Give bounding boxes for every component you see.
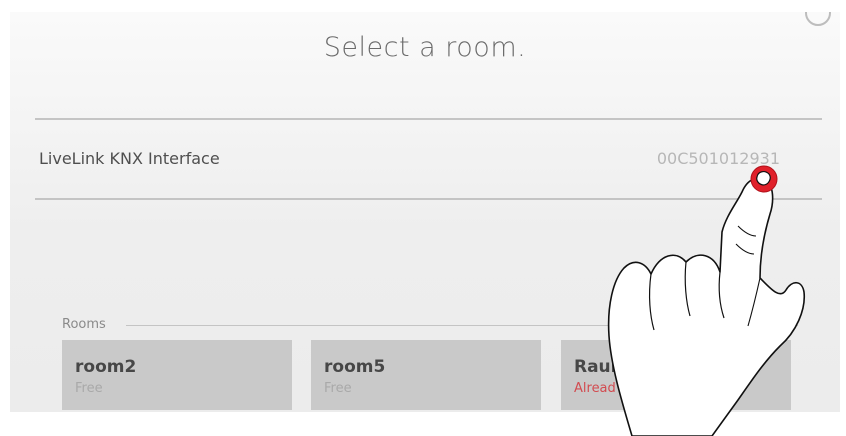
device-id: 00C501012931 bbox=[656, 149, 780, 168]
room-name: Raum bbox=[574, 357, 629, 377]
room-status: Free bbox=[75, 381, 103, 396]
page-title: Select a room. bbox=[323, 32, 527, 63]
room-name: room2 bbox=[75, 357, 137, 377]
room-card[interactable]: room5 Free bbox=[311, 340, 541, 410]
room-status: Free bbox=[324, 381, 352, 396]
rooms-divider bbox=[126, 325, 798, 326]
room-card[interactable]: room2 Free bbox=[62, 340, 292, 410]
settings-icon[interactable] bbox=[805, 12, 831, 26]
room-card[interactable]: Raum Alread bbox=[561, 340, 791, 410]
rooms-label: Rooms bbox=[62, 317, 106, 332]
device-row[interactable]: LiveLink KNX Interface 00C501012931 bbox=[35, 118, 822, 200]
room-status: Alread bbox=[574, 381, 616, 396]
device-name: LiveLink KNX Interface bbox=[39, 149, 220, 168]
page-bottom bbox=[0, 412, 846, 436]
room-name: room5 bbox=[324, 357, 386, 377]
rooms-section-header: Rooms bbox=[62, 314, 798, 336]
